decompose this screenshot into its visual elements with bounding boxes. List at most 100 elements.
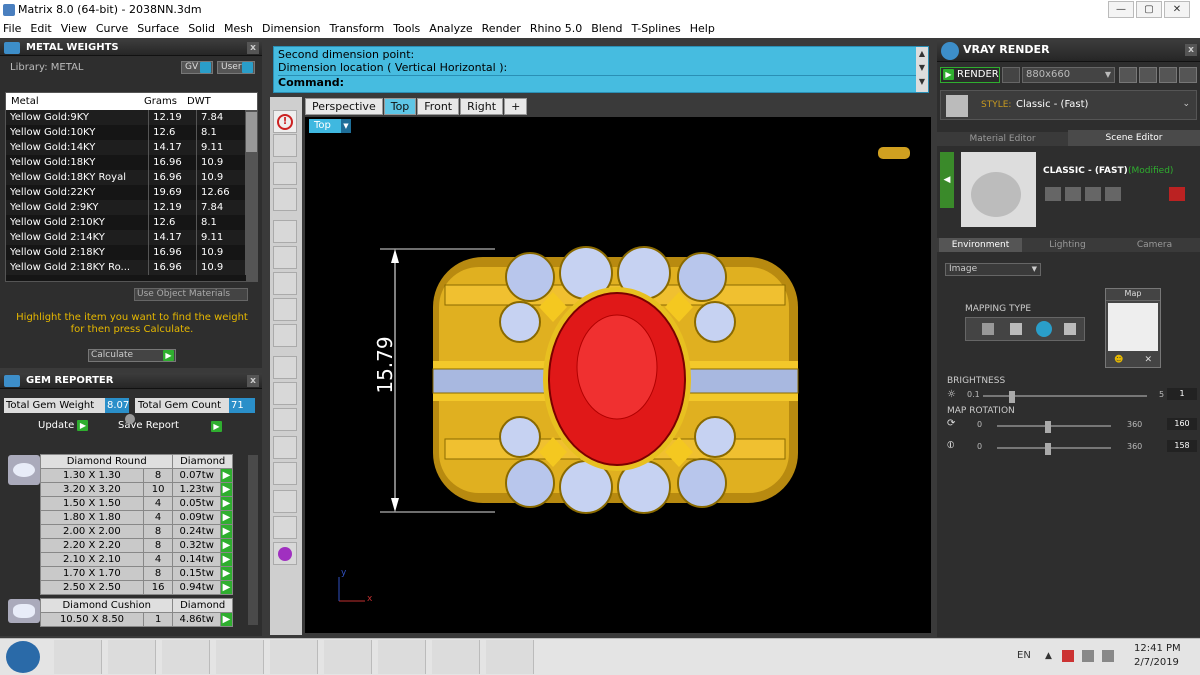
command-scrollbar[interactable]: ▲ ▼ ▼ bbox=[916, 47, 928, 92]
chrome-icon[interactable] bbox=[270, 640, 318, 674]
gem-table-row[interactable]: 10.50 X 8.50 1 4.86tw ▶ bbox=[40, 612, 233, 627]
gem-table-row[interactable]: 2.50 X 2.50 16 0.94tw ▶ bbox=[40, 580, 233, 595]
menu-solid[interactable]: Solid bbox=[188, 22, 215, 35]
env-type-select[interactable]: Image ▼ bbox=[945, 263, 1041, 276]
gem-table-row[interactable]: 1.50 X 1.50 4 0.05tw ▶ bbox=[40, 496, 233, 511]
metal-table-row[interactable]: Yellow Gold:10KY 12.6 8.1 bbox=[6, 125, 246, 140]
gv-toggle[interactable]: GV bbox=[181, 61, 213, 74]
file-explorer-icon[interactable] bbox=[108, 640, 156, 674]
map-preview[interactable]: Map ☻ ✕ bbox=[1105, 288, 1161, 368]
tab-right[interactable]: Right bbox=[460, 98, 504, 115]
gem-table-row[interactable]: 1.70 X 1.70 8 0.15tw ▶ bbox=[40, 566, 233, 581]
col-grams[interactable]: Grams bbox=[144, 93, 177, 110]
menu-curve[interactable]: Curve bbox=[96, 22, 128, 35]
gem-table-row[interactable]: 3.20 X 3.20 10 1.23tw ▶ bbox=[40, 482, 233, 497]
tab-environment[interactable]: Environment bbox=[939, 238, 1022, 252]
tray-network-icon[interactable] bbox=[1082, 650, 1094, 662]
viewport-top[interactable]: Top ▼ 15.79 y x bbox=[305, 117, 931, 633]
tab-top[interactable]: Top bbox=[383, 98, 417, 115]
metal-table-row[interactable]: Yellow Gold:22KY 19.69 12.66 bbox=[6, 185, 246, 200]
panel-close-icon[interactable]: x bbox=[247, 42, 259, 54]
tray-flag-icon[interactable] bbox=[1062, 650, 1074, 662]
gem-table-row[interactable]: 2.20 X 2.20 8 0.32tw ▶ bbox=[40, 538, 233, 553]
gem-select-icon[interactable]: ▶ bbox=[220, 566, 233, 581]
tab-scene-editor[interactable]: Scene Editor bbox=[1068, 130, 1200, 146]
metal-table-row[interactable]: Yellow Gold:14KY 14.17 9.11 bbox=[6, 140, 246, 155]
frame-tool-icon[interactable] bbox=[273, 490, 297, 513]
resolution-select[interactable]: 880x660 ▼ bbox=[1022, 67, 1115, 83]
vray-close-icon[interactable]: x bbox=[1185, 44, 1197, 56]
menu-help[interactable]: Help bbox=[690, 22, 715, 35]
stop-tool-icon[interactable]: ! bbox=[273, 110, 297, 133]
gem-table-row[interactable]: 1.30 X 1.30 8 0.07tw ▶ bbox=[40, 468, 233, 483]
ie-icon[interactable] bbox=[54, 640, 102, 674]
rotation-v-value[interactable]: 158 bbox=[1167, 440, 1197, 452]
import-preset-icon[interactable] bbox=[1105, 187, 1121, 201]
menu-file[interactable]: File bbox=[3, 22, 21, 35]
mapping-dome-icon[interactable] bbox=[1064, 323, 1076, 335]
viber-icon[interactable] bbox=[216, 640, 264, 674]
splitter-handle[interactable] bbox=[125, 414, 135, 424]
tab-camera[interactable]: Camera bbox=[1113, 238, 1196, 252]
map-edit-icon[interactable]: ☻ bbox=[1114, 355, 1123, 365]
points-tool-icon[interactable] bbox=[273, 188, 297, 211]
menu-edit[interactable]: Edit bbox=[30, 22, 51, 35]
maximize-button[interactable]: ▢ bbox=[1136, 1, 1162, 18]
gem-select-icon[interactable]: ▶ bbox=[220, 496, 233, 511]
box-front-tool-icon[interactable] bbox=[273, 272, 297, 295]
clock-date[interactable]: 2/7/2019 bbox=[1134, 657, 1179, 668]
media-player-icon[interactable] bbox=[162, 640, 210, 674]
rotation-h-value[interactable]: 160 bbox=[1167, 418, 1197, 430]
box-wire-tool-icon[interactable] bbox=[273, 324, 297, 347]
add-viewport-icon[interactable]: + bbox=[504, 98, 528, 115]
command-prompt[interactable]: Command: bbox=[278, 75, 924, 89]
tray-arrow-icon[interactable]: ▲ bbox=[1045, 651, 1052, 661]
menu-transform[interactable]: Transform bbox=[329, 22, 384, 35]
gem-select-icon[interactable]: ▶ bbox=[220, 612, 233, 627]
list-icon[interactable] bbox=[1159, 67, 1177, 83]
col-dwt[interactable]: DWT bbox=[187, 93, 211, 110]
gem-table-row[interactable]: 2.10 X 2.10 4 0.14tw ▶ bbox=[40, 552, 233, 567]
app-file-icon[interactable] bbox=[432, 640, 480, 674]
brightness-value[interactable]: 1 bbox=[1167, 388, 1197, 400]
gem-scrollbar[interactable] bbox=[248, 455, 258, 625]
minimize-button[interactable]: — bbox=[1108, 1, 1134, 18]
metal-table-row[interactable]: Yellow Gold 2:9KY 12.19 7.84 bbox=[6, 200, 246, 215]
transform-tool-icon[interactable] bbox=[273, 220, 297, 243]
mapping-screen-icon[interactable] bbox=[982, 323, 994, 335]
render-region-icon[interactable] bbox=[1002, 67, 1020, 83]
metal-scrollbar[interactable] bbox=[246, 110, 257, 281]
frame-buffer-icon[interactable] bbox=[1139, 67, 1157, 83]
paint-tool-icon[interactable] bbox=[273, 382, 297, 405]
gem-select-icon[interactable]: ▶ bbox=[220, 468, 233, 483]
reset-preset-icon[interactable] bbox=[1169, 187, 1185, 201]
rotation-h-thumb[interactable] bbox=[1045, 421, 1051, 433]
tab-lighting[interactable]: Lighting bbox=[1026, 238, 1109, 252]
clock-time[interactable]: 12:41 PM bbox=[1134, 643, 1181, 654]
menu-rhino[interactable]: Rhino 5.0 bbox=[530, 22, 582, 35]
snap-r-tool-icon[interactable] bbox=[273, 436, 297, 459]
gem-panel-close-icon[interactable]: x bbox=[247, 375, 259, 387]
axis-tool-icon[interactable] bbox=[273, 134, 297, 157]
gem-select-icon[interactable]: ▶ bbox=[220, 538, 233, 553]
export-preset-icon[interactable] bbox=[1085, 187, 1101, 201]
metal-table-row[interactable]: Yellow Gold 2:14KY 14.17 9.11 bbox=[6, 230, 246, 245]
options-icon[interactable] bbox=[1179, 67, 1197, 83]
menu-view[interactable]: View bbox=[61, 22, 87, 35]
metal-table-row[interactable]: Yellow Gold 2:18KY 16.96 10.9 bbox=[6, 245, 246, 260]
gem-select-icon[interactable]: ▶ bbox=[220, 552, 233, 567]
paint-icon[interactable] bbox=[486, 640, 534, 674]
gem-select-icon[interactable]: ▶ bbox=[220, 524, 233, 539]
start-button[interactable] bbox=[6, 641, 40, 673]
map-remove-icon[interactable]: ✕ bbox=[1144, 355, 1152, 365]
save-report-button[interactable]: Save Report ▶ bbox=[118, 420, 228, 433]
menu-dimension[interactable]: Dimension bbox=[262, 22, 320, 35]
metal-table-row[interactable]: Yellow Gold 2:10KY 12.6 8.1 bbox=[6, 215, 246, 230]
app-red-icon[interactable] bbox=[324, 640, 372, 674]
save-preset-icon[interactable] bbox=[1045, 187, 1061, 201]
style-selector[interactable]: STYLE: Classic - (Fast) ⌄ bbox=[940, 90, 1197, 120]
gear-tool-icon[interactable] bbox=[273, 542, 297, 565]
metal-scroll-thumb[interactable] bbox=[246, 112, 257, 152]
language-indicator[interactable]: EN bbox=[1017, 650, 1031, 661]
rotation-v-slider[interactable] bbox=[997, 443, 1111, 459]
